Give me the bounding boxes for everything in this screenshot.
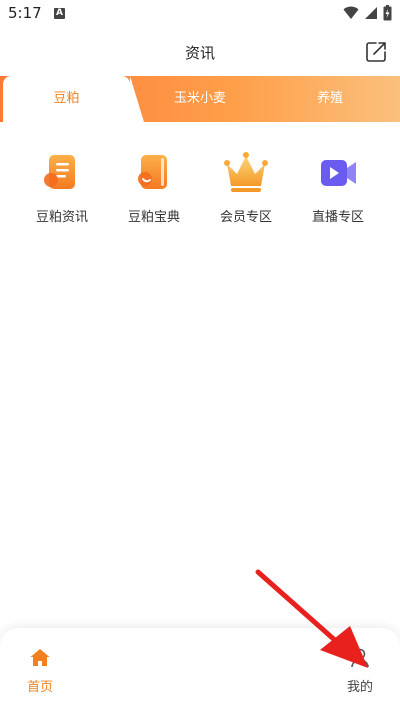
grid-label: 豆粕资讯	[35, 210, 88, 225]
nav-label: 我的	[346, 680, 373, 695]
page-title: 资讯	[184, 44, 215, 62]
title-bar: 资讯	[0, 28, 400, 76]
grid-item-news[interactable]: 豆粕资讯	[16, 150, 108, 225]
grid-item-vip[interactable]: 会员专区	[200, 150, 292, 225]
status-time: 5:17	[8, 4, 42, 22]
status-bar: 5:17 A	[0, 0, 400, 28]
status-icons	[343, 5, 392, 21]
grid-label: 直播专区	[311, 210, 364, 225]
crown-icon	[224, 152, 268, 192]
tab-soybean-meal[interactable]: 豆粕	[3, 76, 130, 122]
notification-icon: A	[54, 8, 65, 19]
document-icon	[44, 155, 75, 189]
feature-grid: 豆粕资讯 豆粕宝典 会员专区 直播专区	[16, 150, 384, 225]
bottom-nav: 首页 我的	[0, 628, 400, 711]
signal-icon	[365, 7, 377, 19]
tab-corn-wheat[interactable]: 玉米小麦	[140, 76, 260, 122]
grid-item-handbook[interactable]: 豆粕宝典	[108, 150, 200, 225]
video-camera-icon	[321, 160, 356, 186]
grid-label: 豆粕宝典	[127, 210, 180, 225]
nav-mine[interactable]: 我的	[320, 646, 400, 695]
nav-label: 首页	[26, 680, 53, 695]
grid-label: 会员专区	[219, 210, 272, 225]
user-icon	[351, 648, 369, 668]
category-tabs: 豆粕 玉米小麦 养殖	[0, 76, 400, 122]
battery-icon	[383, 5, 392, 21]
home-icon	[30, 649, 50, 666]
nav-home[interactable]: 首页	[0, 646, 80, 695]
tab-breeding[interactable]: 养殖	[270, 76, 390, 122]
share-icon[interactable]	[364, 40, 388, 64]
wifi-icon	[343, 6, 359, 19]
grid-item-live[interactable]: 直播专区	[292, 150, 384, 225]
book-icon	[138, 155, 167, 189]
